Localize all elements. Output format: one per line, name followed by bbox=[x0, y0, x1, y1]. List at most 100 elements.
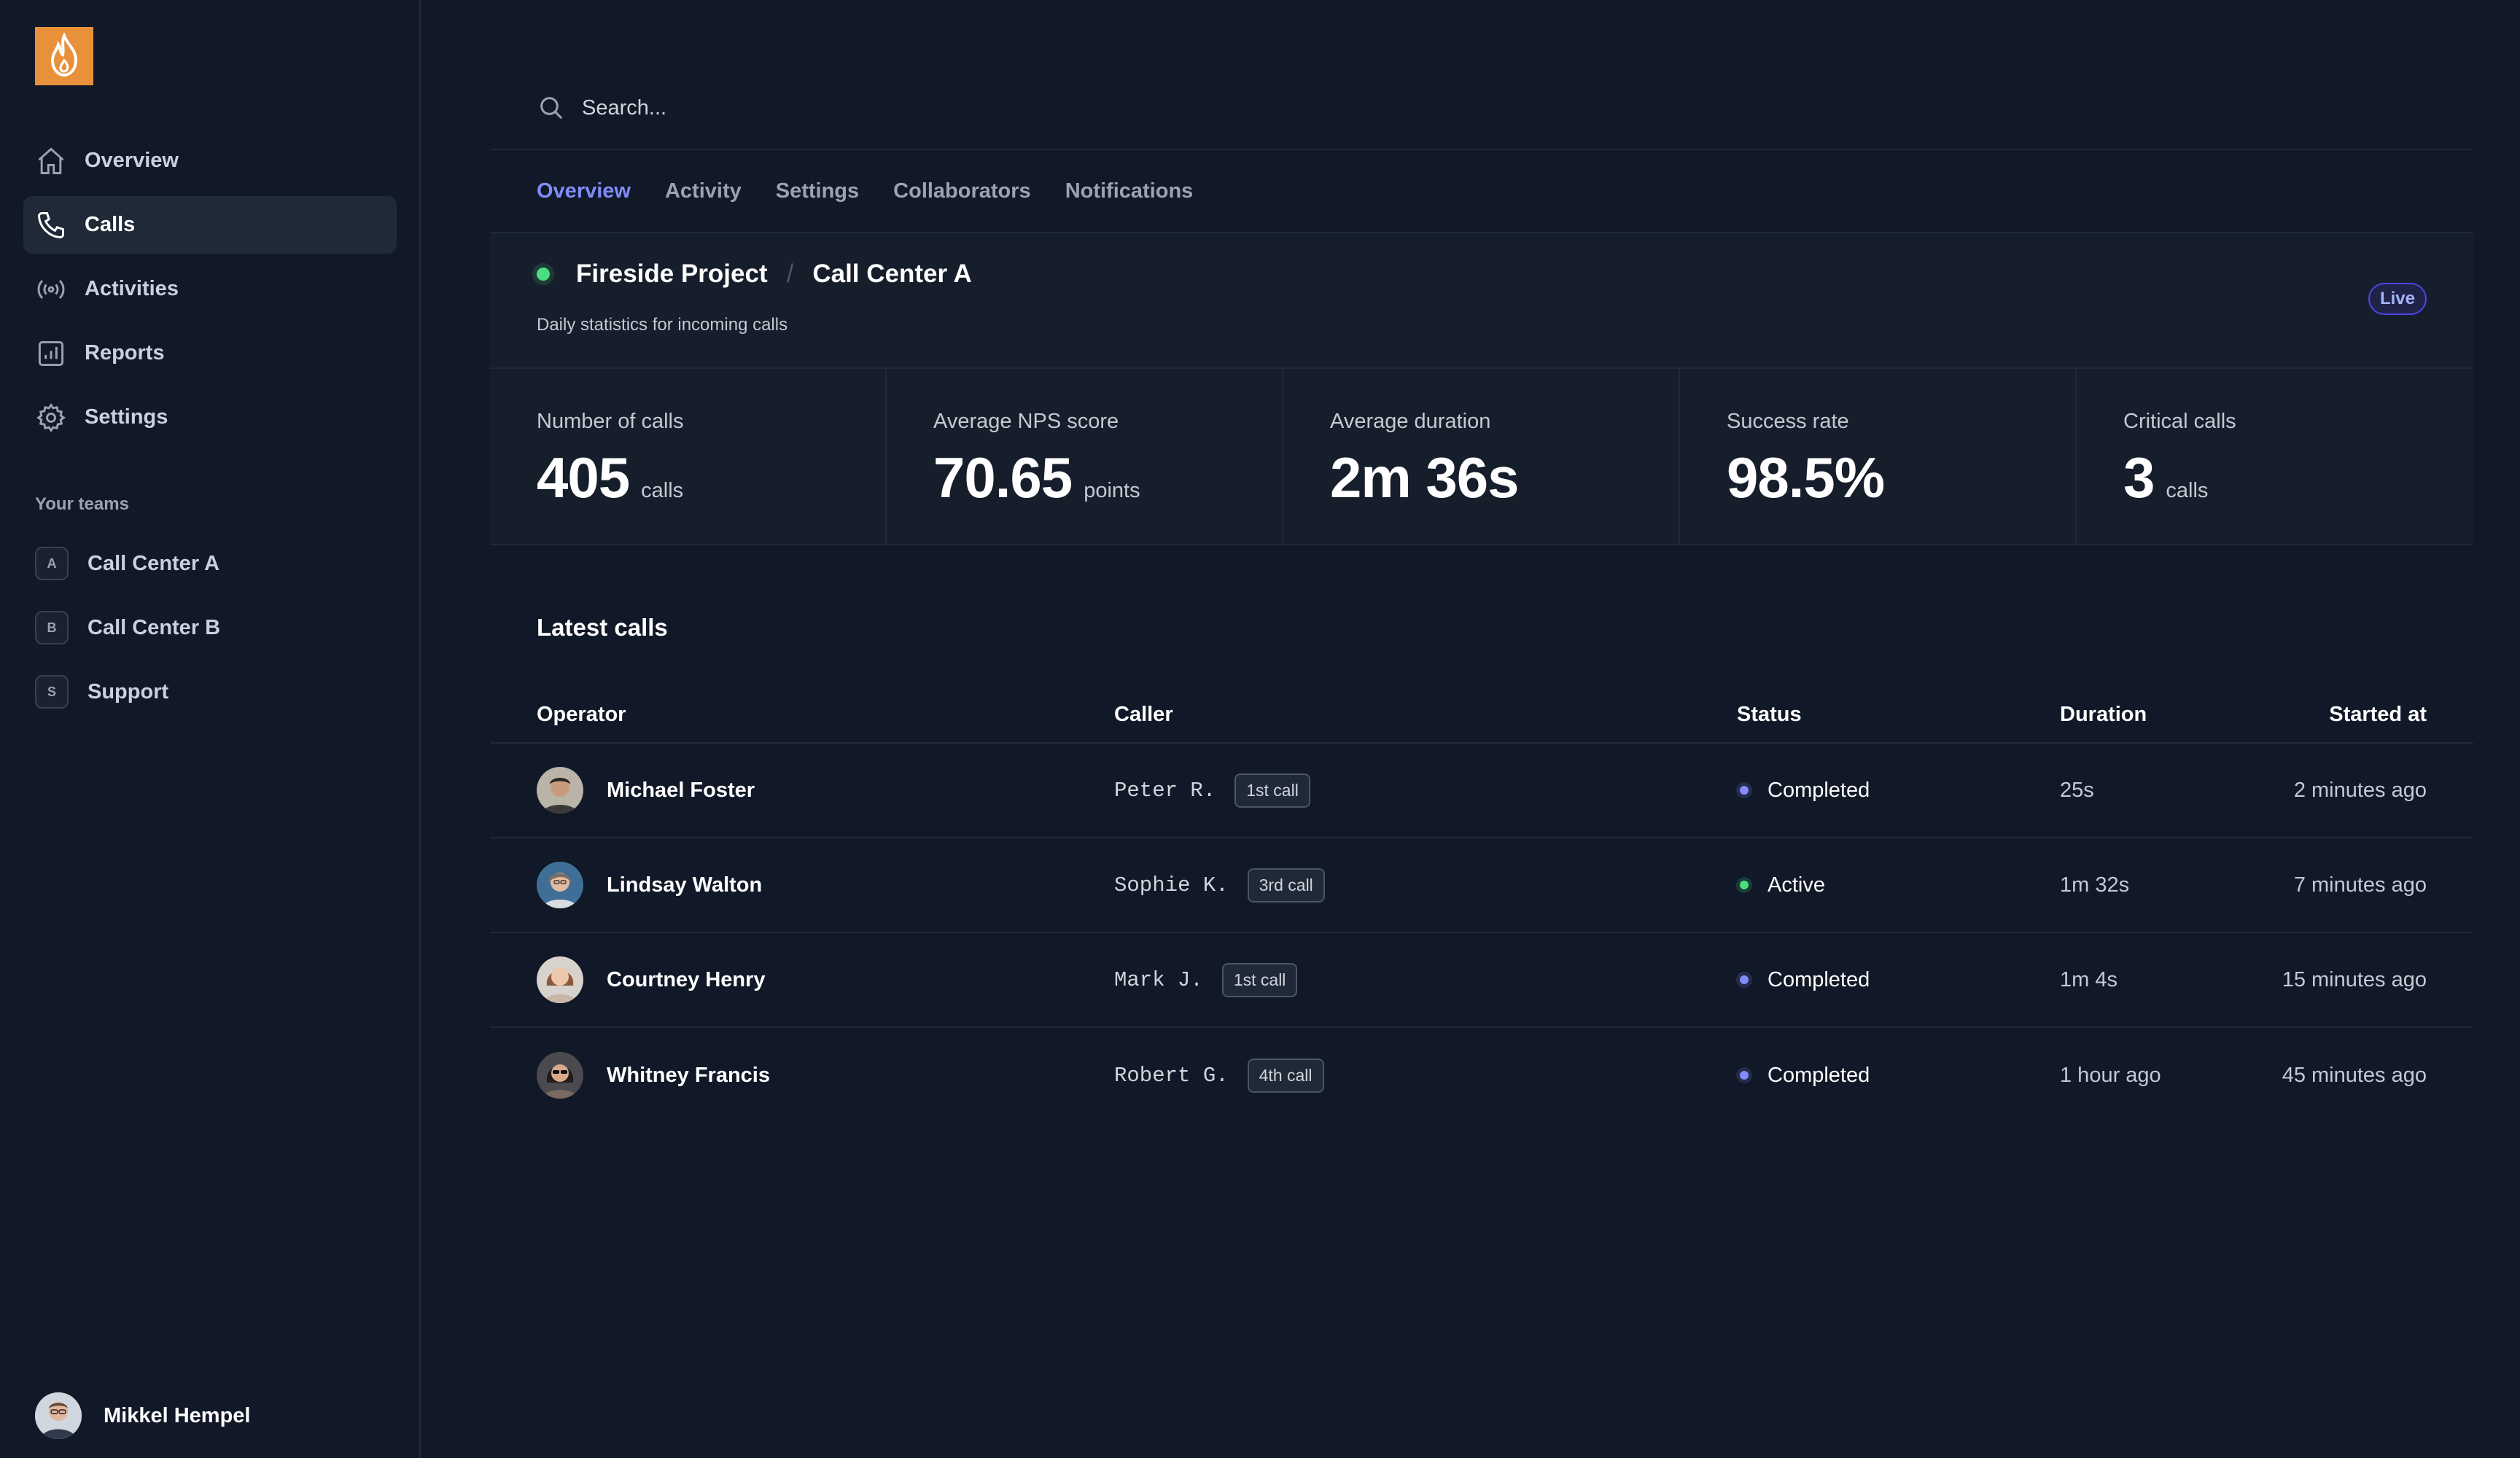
avatar bbox=[537, 767, 583, 814]
team-item-call-center-b[interactable]: B Call Center B bbox=[35, 606, 220, 650]
duration-cell: 1m 32s bbox=[2060, 873, 2130, 897]
team-item-call-center-a[interactable]: A Call Center A bbox=[35, 542, 219, 585]
tab-notifications[interactable]: Notifications bbox=[1065, 179, 1194, 203]
caller-name: Sophie K. bbox=[1114, 873, 1229, 897]
nav-item-reports[interactable]: Reports bbox=[23, 324, 397, 382]
stats-grid: Number of calls 405 calls Average NPS sco… bbox=[490, 367, 2473, 545]
table-row[interactable]: Whitney Francis Robert G. 4th call Compl… bbox=[490, 1028, 2473, 1123]
operator-cell: Michael Foster bbox=[537, 744, 755, 837]
tab-settings[interactable]: Settings bbox=[776, 179, 859, 203]
chart-icon bbox=[35, 338, 67, 370]
stat-label: Average NPS score bbox=[933, 410, 1119, 433]
status-dot bbox=[1740, 975, 1749, 984]
table-row[interactable]: Michael Foster Peter R. 1st call Complet… bbox=[490, 744, 2473, 838]
operator-cell: Whitney Francis bbox=[537, 1028, 770, 1123]
column-header-status[interactable]: Status bbox=[1737, 703, 1802, 727]
status-cell: Completed bbox=[1740, 744, 1870, 837]
nav-item-calls[interactable]: Calls bbox=[23, 196, 397, 254]
caller-cell: Robert G. 4th call bbox=[1114, 1028, 1324, 1123]
status-text: Completed bbox=[1768, 967, 1870, 991]
status-text: Completed bbox=[1768, 778, 1870, 802]
stat-unit: calls bbox=[641, 479, 684, 502]
duration-cell: 25s bbox=[2060, 778, 2094, 802]
stat-unit: points bbox=[1084, 479, 1140, 502]
team-initial: S bbox=[35, 675, 69, 709]
column-header-caller[interactable]: Caller bbox=[1114, 703, 1173, 727]
stat-critical-calls: Critical calls 3 calls bbox=[2077, 369, 2473, 545]
table-row[interactable]: Lindsay Walton Sophie K. 3rd call Active… bbox=[490, 838, 2473, 933]
started-cell: 7 minutes ago bbox=[2293, 873, 2427, 897]
status-dot bbox=[1740, 1071, 1749, 1080]
status-text: Completed bbox=[1768, 1063, 1870, 1087]
started-cell: 45 minutes ago bbox=[2282, 1063, 2427, 1087]
team-label: Support bbox=[88, 679, 169, 703]
project-name[interactable]: Fireside Project bbox=[576, 260, 768, 289]
team-label: Call Center B bbox=[88, 615, 221, 639]
nav-label: Calls bbox=[85, 213, 136, 236]
main-content: Overview Activity Settings Collaborators… bbox=[490, 0, 2473, 1458]
caller-cell: Mark J. 1st call bbox=[1114, 933, 1298, 1026]
team-label: Call Center A bbox=[88, 551, 220, 575]
stat-value: 98.5% bbox=[1727, 445, 1885, 510]
table-row[interactable]: Courtney Henry Mark J. 1st call Complete… bbox=[490, 933, 2473, 1028]
team-name[interactable]: Call Center A bbox=[812, 260, 971, 289]
status-text: Active bbox=[1768, 873, 1825, 897]
user-profile[interactable]: Mikkel Hempel bbox=[35, 1392, 250, 1439]
user-name: Mikkel Hempel bbox=[104, 1403, 251, 1427]
home-icon bbox=[35, 145, 67, 177]
avatar bbox=[537, 1052, 583, 1099]
live-status-dot bbox=[537, 268, 550, 281]
tab-activity[interactable]: Activity bbox=[665, 179, 742, 203]
calls-table: Operator Caller Status Duration Started … bbox=[490, 685, 2473, 1123]
stat-average-nps: Average NPS score 70.65 points bbox=[887, 369, 1283, 545]
phone-icon bbox=[35, 209, 67, 241]
flame-icon[interactable] bbox=[35, 27, 93, 85]
nav-label: Overview bbox=[85, 149, 179, 172]
latest-calls-title: Latest calls bbox=[537, 614, 668, 641]
caller-cell: Peter R. 1st call bbox=[1114, 744, 1310, 837]
caller-cell: Sophie K. 3rd call bbox=[1114, 838, 1325, 932]
team-initial: A bbox=[35, 547, 69, 580]
started-cell: 15 minutes ago bbox=[2282, 967, 2427, 991]
team-item-support[interactable]: S Support bbox=[35, 670, 168, 714]
started-cell: 2 minutes ago bbox=[2293, 778, 2427, 802]
breadcrumb-separator: / bbox=[786, 260, 794, 288]
tab-overview[interactable]: Overview bbox=[537, 179, 631, 203]
team-initial: B bbox=[35, 611, 69, 644]
column-header-operator[interactable]: Operator bbox=[537, 703, 626, 727]
tab-collaborators[interactable]: Collaborators bbox=[893, 179, 1031, 203]
stat-value: 3 bbox=[2123, 445, 2155, 510]
signal-icon bbox=[35, 273, 67, 305]
breadcrumb: Fireside Project / Call Center A bbox=[537, 260, 972, 289]
caller-name: Robert G. bbox=[1114, 1063, 1229, 1088]
call-count-badge: 1st call bbox=[1221, 962, 1298, 997]
operator-name: Whitney Francis bbox=[607, 1063, 770, 1087]
stat-label: Critical calls bbox=[2123, 410, 2236, 433]
project-card: Fireside Project / Call Center A Daily s… bbox=[490, 233, 2473, 545]
stat-value: 2m 36s bbox=[1330, 445, 1520, 510]
duration-cell: 1m 4s bbox=[2060, 967, 2118, 991]
stat-label: Average duration bbox=[1330, 410, 1491, 433]
stat-success-rate: Success rate 98.5% bbox=[1680, 369, 2077, 545]
operator-cell: Courtney Henry bbox=[537, 933, 766, 1026]
stat-label: Number of calls bbox=[537, 410, 684, 433]
status-badge: Live bbox=[2368, 283, 2427, 315]
call-count-badge: 4th call bbox=[1247, 1058, 1324, 1093]
nav-label: Reports bbox=[85, 341, 165, 364]
column-header-duration[interactable]: Duration bbox=[2060, 703, 2147, 727]
status-dot bbox=[1740, 881, 1749, 889]
nav-item-activities[interactable]: Activities bbox=[23, 260, 397, 318]
nav-item-settings[interactable]: Settings bbox=[23, 389, 397, 446]
search-input[interactable] bbox=[582, 95, 1457, 120]
teams-heading: Your teams bbox=[35, 494, 129, 514]
tab-bar: Overview Activity Settings Collaborators… bbox=[490, 150, 2473, 233]
nav-item-overview[interactable]: Overview bbox=[23, 132, 397, 190]
column-header-started-at[interactable]: Started at bbox=[2329, 703, 2427, 727]
gear-icon bbox=[35, 402, 67, 434]
status-cell: Active bbox=[1740, 838, 1825, 932]
operator-name: Michael Foster bbox=[607, 778, 755, 802]
table-header: Operator Caller Status Duration Started … bbox=[490, 685, 2473, 744]
avatar bbox=[35, 1392, 82, 1439]
status-cell: Completed bbox=[1740, 933, 1870, 1026]
call-count-badge: 3rd call bbox=[1247, 868, 1325, 903]
